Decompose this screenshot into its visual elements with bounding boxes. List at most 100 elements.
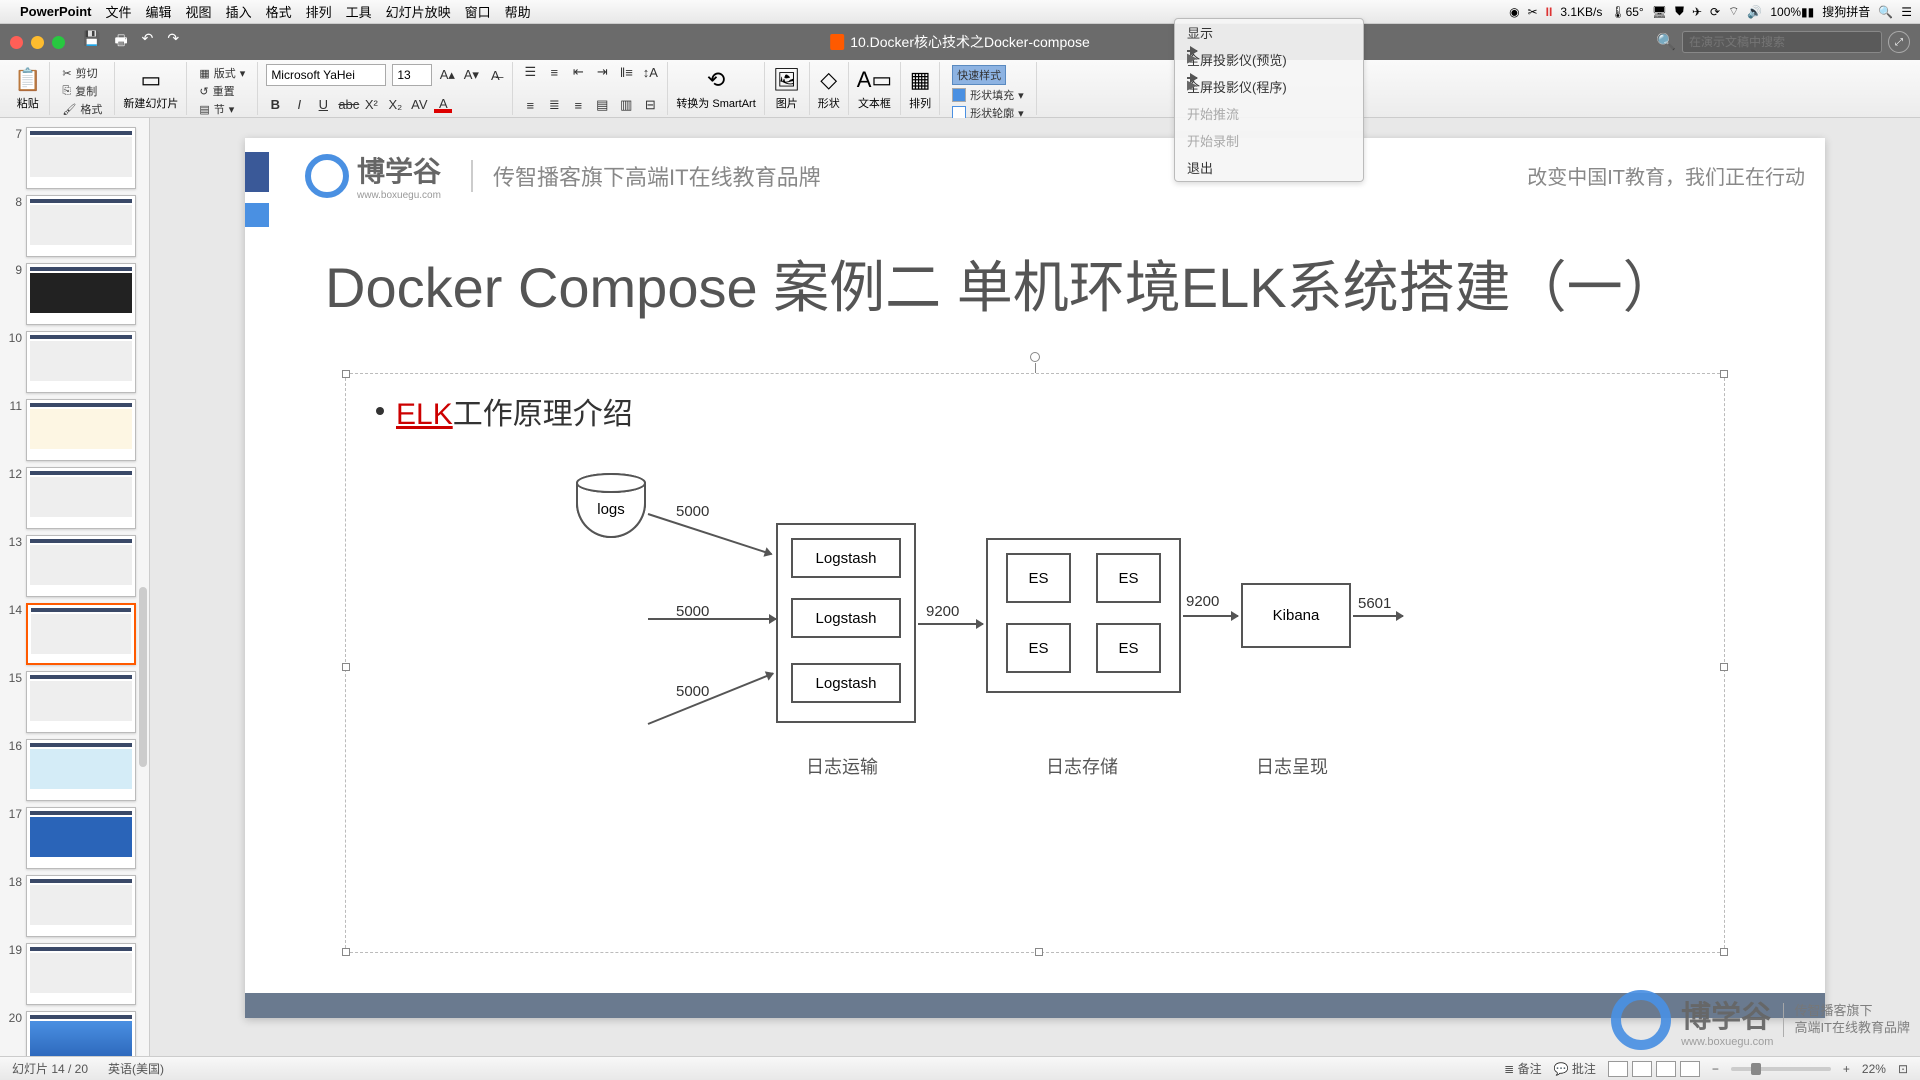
increase-font-icon[interactable]: A▴: [438, 67, 456, 83]
comments-button[interactable]: 💬 批注: [1554, 1060, 1596, 1077]
language-indicator[interactable]: 英语(美国): [108, 1060, 164, 1077]
text-direction-button[interactable]: ↕A: [641, 65, 659, 80]
resize-handle-w[interactable]: [342, 663, 350, 671]
thumbnail-panel[interactable]: 7 8 9 10 11 12 13 14 15 16 17 18 19 20: [0, 118, 150, 1056]
qat-print-icon[interactable]: 🖶: [114, 30, 127, 54]
indent-left-button[interactable]: ⇤: [569, 64, 587, 80]
plane-icon[interactable]: ✈: [1692, 5, 1702, 19]
reset-button[interactable]: ↺重置: [195, 82, 249, 100]
pause-icon[interactable]: II: [1546, 5, 1553, 19]
align-left-button[interactable]: ≡: [521, 98, 539, 113]
shape-fill-button[interactable]: 形状填充 ▾: [948, 86, 1028, 104]
menu-arrange[interactable]: 排列: [306, 2, 332, 21]
clear-format-icon[interactable]: A̶: [486, 68, 504, 83]
arrange-icon[interactable]: ▦: [910, 67, 931, 93]
sync-icon[interactable]: ⟳: [1710, 5, 1720, 19]
resize-handle-sw[interactable]: [342, 948, 350, 956]
content-placeholder[interactable]: ELK工作原理介绍 logs logs logs 5000 5000 5000: [345, 373, 1725, 953]
thumb-17[interactable]: [26, 807, 136, 869]
fullscreen-icon[interactable]: ⤢: [1888, 31, 1910, 53]
textbox-icon[interactable]: A▭: [857, 67, 892, 93]
obs-menu-show[interactable]: 显示: [1175, 19, 1363, 46]
align-text-button[interactable]: ⊟: [641, 97, 659, 113]
columns-button[interactable]: ▥: [617, 97, 635, 113]
thumb-10[interactable]: [26, 331, 136, 393]
shapes-icon[interactable]: ◇: [820, 67, 837, 93]
volume-icon[interactable]: 🔊: [1747, 5, 1762, 19]
menu-format[interactable]: 格式: [266, 2, 292, 21]
decrease-font-icon[interactable]: A▾: [462, 67, 480, 83]
indent-right-button[interactable]: ⇥: [593, 64, 611, 80]
copy-button[interactable]: ⎘复制: [58, 82, 106, 100]
notes-button[interactable]: ≣ 备注: [1504, 1060, 1541, 1077]
quick-style-button[interactable]: 快速样式: [948, 64, 1028, 86]
menu-file[interactable]: 文件: [106, 2, 132, 21]
format-painter-button[interactable]: 🖌格式: [58, 100, 106, 118]
align-right-button[interactable]: ≡: [569, 98, 587, 113]
justify-button[interactable]: ▤: [593, 97, 611, 113]
font-color-button[interactable]: A: [434, 96, 452, 113]
obs-icon[interactable]: ◉: [1509, 5, 1519, 19]
view-switcher[interactable]: [1608, 1061, 1700, 1077]
monitor-icon[interactable]: 🖥: [1652, 5, 1667, 19]
fit-window-button[interactable]: ⊡: [1898, 1062, 1908, 1076]
thumb-18[interactable]: [26, 875, 136, 937]
resize-handle-nw[interactable]: [342, 370, 350, 378]
qat-undo-icon[interactable]: ↶: [142, 30, 154, 54]
resize-handle-e[interactable]: [1720, 663, 1728, 671]
minimize-icon[interactable]: [31, 36, 44, 49]
menu-help[interactable]: 帮助: [505, 2, 531, 21]
resize-handle-s[interactable]: [1035, 948, 1043, 956]
slide-canvas[interactable]: 博学谷www.boxuegu.com 传智播客旗下高端IT在线教育品牌 改变中国…: [150, 118, 1920, 1056]
font-select[interactable]: [266, 64, 386, 86]
menu-tools[interactable]: 工具: [346, 2, 372, 21]
thumb-9[interactable]: [26, 263, 136, 325]
thumbnail-scrollbar[interactable]: [139, 587, 147, 767]
thumb-11[interactable]: [26, 399, 136, 461]
thumb-13[interactable]: [26, 535, 136, 597]
strike-button[interactable]: abc: [338, 97, 356, 112]
qat-redo-icon[interactable]: ↷: [167, 30, 179, 54]
battery[interactable]: 100% ▮▮: [1770, 5, 1814, 19]
layout-button[interactable]: ▦版式 ▾: [195, 64, 249, 82]
section-button[interactable]: ▤节 ▾: [195, 100, 249, 118]
resize-handle-se[interactable]: [1720, 948, 1728, 956]
wifi-icon[interactable]: ⌔: [1728, 4, 1739, 19]
zoom-slider[interactable]: [1731, 1067, 1831, 1071]
thumb-15[interactable]: [26, 671, 136, 733]
close-icon[interactable]: [10, 36, 23, 49]
underline-button[interactable]: U: [314, 97, 332, 112]
smartart-icon[interactable]: ⟲: [707, 67, 725, 93]
italic-button[interactable]: I: [290, 97, 308, 112]
bullets-button[interactable]: ☰: [521, 64, 539, 80]
size-select[interactable]: [392, 64, 432, 86]
thumb-7[interactable]: [26, 127, 136, 189]
picture-icon[interactable]: 🖼: [773, 67, 801, 93]
ime-indicator[interactable]: 搜狗拼音: [1822, 3, 1870, 20]
thumb-16[interactable]: [26, 739, 136, 801]
menu-slideshow[interactable]: 幻灯片放映: [386, 2, 451, 21]
shield-icon[interactable]: ⛊: [1675, 4, 1684, 19]
thumb-8[interactable]: [26, 195, 136, 257]
align-center-button[interactable]: ≣: [545, 97, 563, 113]
menu-view[interactable]: 视图: [186, 2, 212, 21]
superscript-button[interactable]: X²: [362, 97, 380, 112]
thumb-12[interactable]: [26, 467, 136, 529]
zoom-out-button[interactable]: −: [1712, 1062, 1719, 1076]
thumb-14[interactable]: [26, 603, 136, 665]
zoom-in-button[interactable]: +: [1843, 1062, 1850, 1076]
menu-window[interactable]: 窗口: [465, 2, 491, 21]
paste-icon[interactable]: 📋: [14, 67, 41, 93]
scissors-icon[interactable]: ✂: [1528, 5, 1538, 19]
rotate-handle[interactable]: [1030, 352, 1040, 362]
thumb-20[interactable]: [26, 1011, 136, 1056]
obs-menu-program[interactable]: 全屏投影仪(程序)▶: [1175, 73, 1363, 100]
thumb-19[interactable]: [26, 943, 136, 1005]
new-slide-icon[interactable]: ▭: [140, 67, 161, 93]
notification-icon[interactable]: ☰: [1901, 5, 1912, 19]
line-spacing-button[interactable]: ‖≡: [617, 65, 635, 80]
cut-button[interactable]: ✂剪切: [58, 64, 106, 82]
zoom-level[interactable]: 22%: [1862, 1062, 1886, 1076]
resize-handle-ne[interactable]: [1720, 370, 1728, 378]
search-input[interactable]: [1682, 31, 1882, 53]
